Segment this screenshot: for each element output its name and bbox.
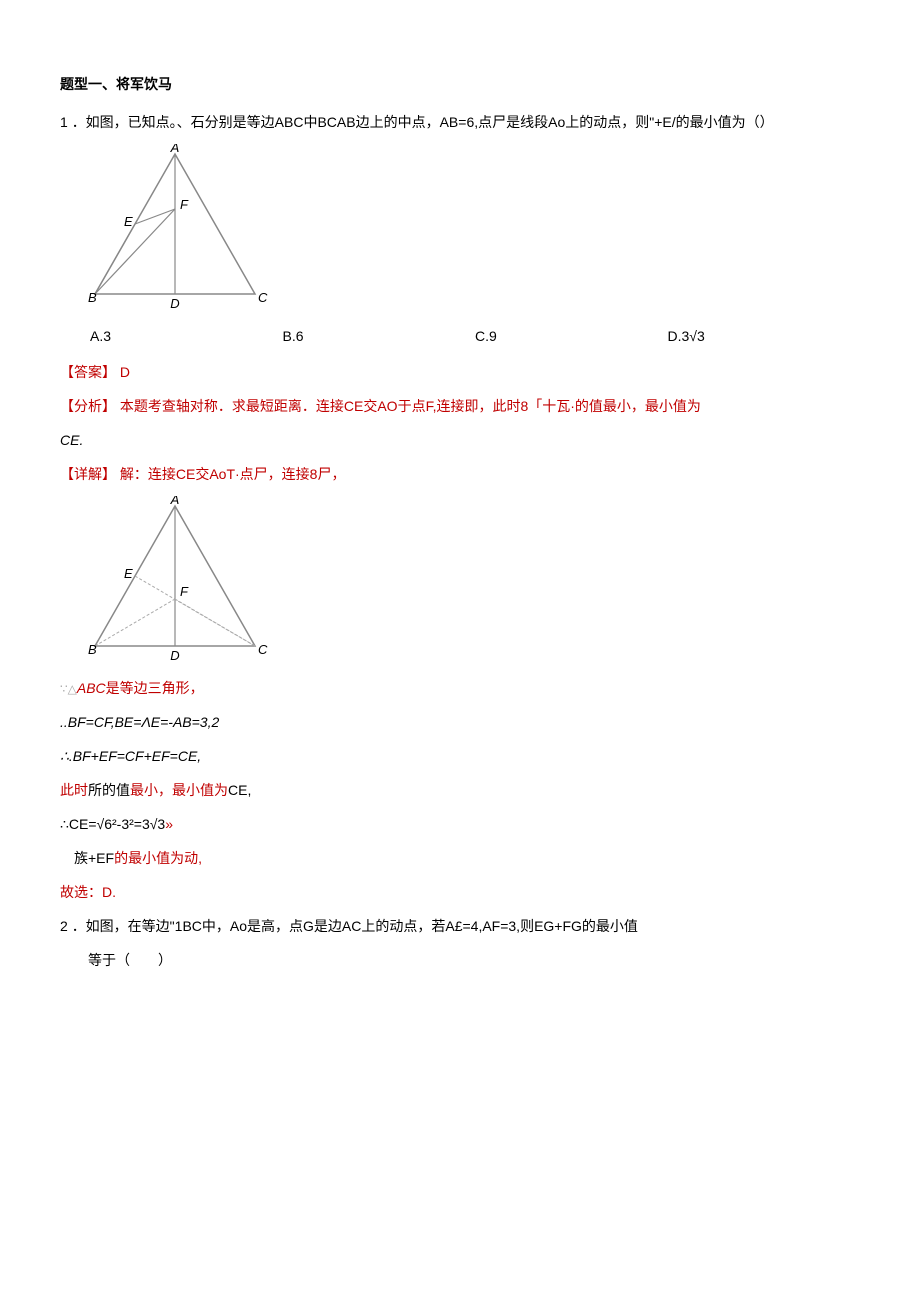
detail-text: 解：连接CE交AoT·点尸，连接8尸， — [120, 466, 346, 482]
q1-option-b: B.6 — [283, 322, 476, 350]
q1-stem: ．如图，已知点。、石分别是等边ABC中BCAB边上的中点，AB=6,点尸是线段A… — [72, 114, 774, 130]
q1-line-c: 此时所的值最小，最小值为CE, — [60, 776, 860, 804]
section-heading: 题型一、将军饮马 — [60, 70, 860, 98]
q1-detail: 【详解】 解：连接CE交AoT·点尸，连接8尸， — [60, 460, 860, 488]
svg-text:B: B — [88, 642, 97, 657]
svg-text:A: A — [170, 144, 180, 155]
q1-analysis: 【分析】 本题考查轴对称．求最短距离．连接CE交AO于点F,连接即，此时8「十瓦… — [60, 392, 860, 420]
q1-option-c: C.9 — [475, 322, 668, 350]
q1-line-d: ∴CE=√6²-3²=3√3» — [60, 810, 860, 838]
analysis-text: 本题考查轴对称．求最短距离．连接CE交AO于点F,连接即，此时8「十瓦·的值最小… — [120, 398, 701, 414]
q1-answer: 【答案】 D — [60, 358, 860, 386]
line-d-main: ∴CE=√6²-3²=3√3 — [60, 816, 165, 832]
q1-solution-figure: A B C D E F — [80, 496, 270, 666]
q1-number: 1 — [60, 114, 68, 130]
answer-value: D — [120, 364, 130, 380]
svg-text:D: D — [170, 296, 179, 311]
q1-figure: A B C D E F — [80, 144, 270, 314]
eq-abc: ABC — [77, 680, 106, 696]
line-e-plain: 族+EF — [74, 850, 114, 866]
q2-tail: 等于（ ） — [60, 946, 860, 974]
line-c-red1: 此时 — [60, 782, 88, 798]
line-c-tail: CE, — [228, 782, 251, 798]
svg-text:C: C — [258, 642, 268, 657]
q1-option-d: D.3√3 — [668, 322, 861, 350]
detail-label: 【详解】 — [60, 466, 116, 482]
q1-analysis-tail: CE. — [60, 426, 860, 454]
answer-label: 【答案】 — [60, 364, 116, 380]
line-c-red2: 最小，最小值为 — [130, 782, 228, 798]
line-d-suffix: » — [165, 816, 173, 832]
question-2: 2 ．如图，在等边"1BC中，Ao是高，点G是边AC上的动点，若A£=4,AF=… — [60, 912, 860, 940]
svg-text:F: F — [180, 584, 189, 599]
q2-stem: ．如图，在等边"1BC中，Ao是高，点G是边AC上的动点，若A£=4,AF=3,… — [72, 918, 638, 934]
svg-text:A: A — [170, 496, 180, 507]
line-e-red: 的最小值为动, — [114, 850, 202, 866]
q1-line-e: 族+EF的最小值为动, — [60, 844, 860, 872]
svg-text:D: D — [170, 648, 179, 663]
question-1: 1 ．如图，已知点。、石分别是等边ABC中BCAB边上的中点，AB=6,点尸是线… — [60, 108, 860, 136]
q1-line-b: ∴.BF+EF=CF+EF=CE, — [60, 742, 860, 770]
q1-option-a: A.3 — [90, 322, 283, 350]
eq-suffix: 是等边三角形， — [106, 680, 204, 696]
q1-line-a: ..BF=CF,BE=ΛE=-AB=3,2 — [60, 708, 860, 736]
dotted-prefix: ∵△ — [60, 682, 77, 696]
svg-text:E: E — [124, 566, 133, 581]
q2-number: 2 — [60, 918, 68, 934]
svg-text:B: B — [88, 290, 97, 305]
svg-text:E: E — [124, 214, 133, 229]
svg-text:F: F — [180, 197, 189, 212]
q1-line-f: 故选：D. — [60, 878, 860, 906]
analysis-label: 【分析】 — [60, 398, 116, 414]
q1-options: A.3 B.6 C.9 D.3√3 — [60, 322, 860, 350]
q1-eq-line: ∵△ABC∵△ABC是等边三角形，是等边三角形， — [60, 674, 860, 702]
line-c-plain: 所的值 — [88, 782, 130, 798]
svg-text:C: C — [258, 290, 268, 305]
